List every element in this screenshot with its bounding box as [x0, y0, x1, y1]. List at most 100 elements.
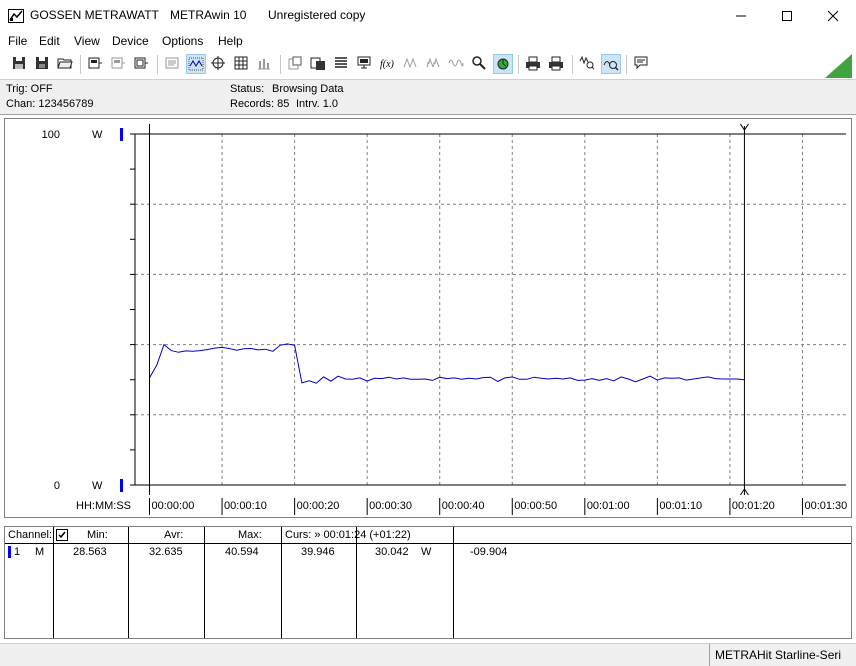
save-button[interactable] [33, 54, 53, 74]
comment-button[interactable] [632, 54, 652, 74]
chart-svg[interactable]: 00:00:00 00:00:10 00:00:20 00:00:30 00:00:40… [5, 119, 851, 517]
toolbar-separator [518, 55, 519, 74]
interval-value: Intrv. 1.0 [296, 98, 338, 110]
status-value: Browsing Data [272, 83, 344, 95]
list-button[interactable] [332, 54, 352, 74]
channel-table: Channel: Min: Avr: Max: Curs: » 00:01:24… [4, 526, 852, 639]
x-tick-label: 00:00:30 [369, 500, 412, 512]
license-title: Unregistered copy [268, 8, 366, 22]
crosshair-button[interactable] [209, 54, 229, 74]
text-view-button[interactable] [163, 54, 183, 74]
device-config-icon [134, 57, 148, 69]
header-max: Max: [238, 529, 262, 541]
maximize-icon [782, 11, 792, 22]
time-format-label: HH:MM:SS [76, 500, 131, 512]
channel-color-marker [8, 546, 11, 558]
chart-area[interactable]: 00:00:00 00:00:10 00:00:20 00:00:30 00:00:40… [4, 118, 852, 518]
cursor-layer[interactable] [149, 123, 749, 496]
comment-icon [634, 56, 648, 70]
histogram-icon [258, 59, 270, 70]
record-button[interactable] [493, 54, 513, 74]
table-divider [356, 527, 357, 638]
new-button[interactable] [10, 54, 30, 74]
x-tick-label: 00:01:30 [804, 500, 847, 512]
header-channel: Channel: [8, 529, 53, 541]
menu-device[interactable]: Device [112, 34, 149, 48]
checkmark-icon [58, 531, 66, 539]
y-top-label: 100 [42, 129, 60, 141]
x-tick-label: 00:00:50 [514, 500, 557, 512]
device-config-button[interactable] [132, 54, 152, 74]
y-bottom-unit: W [92, 480, 103, 492]
trigger-status: Trig: OFF [6, 83, 53, 95]
label-layer: 00:00:00 00:00:10 00:00:20 00:00:30 00:00:40… [42, 128, 847, 512]
x-tick-label: 00:00:40 [442, 500, 485, 512]
folder-icon [57, 58, 73, 69]
x-tick-label: 00:01:10 [659, 500, 702, 512]
x-tick-label: 00:01:20 [732, 500, 775, 512]
app-icon [8, 9, 24, 23]
open-button[interactable] [56, 54, 76, 74]
histogram-button[interactable] [255, 54, 275, 74]
export-icon [288, 56, 302, 70]
menu-edit[interactable]: Edit [39, 34, 60, 48]
header-min: Min: [87, 529, 108, 541]
zoom-button[interactable] [601, 54, 621, 74]
close-icon [827, 10, 839, 22]
print-button[interactable] [547, 54, 567, 74]
copy-icon [310, 57, 325, 70]
device-read-button[interactable] [86, 54, 106, 74]
minimize-button[interactable] [718, 0, 764, 31]
channel-marker-top [120, 128, 123, 141]
computer-button[interactable] [355, 54, 375, 74]
record-icon [497, 58, 509, 70]
zoom-wave-icon [579, 55, 595, 70]
series-layer [149, 343, 745, 384]
crosshair-icon [211, 56, 225, 70]
trigger-button[interactable] [424, 54, 444, 74]
function-icon: f(x) [380, 59, 395, 70]
channel-mode: M [35, 546, 45, 558]
device-send-button[interactable] [109, 54, 129, 74]
records-count: Records: 85 [230, 98, 290, 110]
toolbar-separator [280, 55, 281, 74]
series-line [149, 343, 745, 384]
corner-triangle-icon [825, 54, 852, 78]
channel-checkbox[interactable] [56, 529, 68, 541]
toolbar-separator [626, 55, 627, 74]
menu-options[interactable]: Options [162, 34, 203, 48]
menu-help[interactable]: Help [218, 34, 243, 48]
table-divider [128, 527, 129, 638]
graph-view-button[interactable] [186, 54, 206, 74]
close-button[interactable] [810, 0, 856, 31]
grid-layer [135, 134, 846, 485]
function-button[interactable]: f(x) [378, 54, 398, 74]
table-header-row [5, 527, 851, 544]
statusbar-divider [709, 644, 710, 666]
y-top-unit: W [92, 129, 103, 141]
status-panel: Trig: OFF Chan: 123456789 Status: Browsi… [0, 80, 856, 115]
maximize-button[interactable] [764, 0, 810, 31]
menu-file[interactable]: File [8, 34, 27, 48]
zoom-wave-button[interactable] [578, 54, 598, 74]
value-delta: -09.904 [470, 546, 508, 558]
wave-button[interactable] [447, 54, 467, 74]
x-tick-label: 00:00:20 [297, 500, 340, 512]
save-disk-icon [36, 57, 48, 69]
toolbar-separator [572, 55, 573, 74]
table-view-button[interactable] [232, 54, 252, 74]
frame-layer [130, 133, 846, 515]
export-button[interactable] [286, 54, 306, 74]
value-cursor2: 30.042 [375, 546, 409, 558]
toolbar: f(x) [0, 51, 856, 80]
signal-icon [403, 57, 417, 69]
menu-bar: File Edit View Device Options Help [0, 32, 856, 51]
search-button[interactable] [470, 54, 490, 74]
print-preview-button[interactable] [524, 54, 544, 74]
table-divider [453, 527, 454, 638]
device-icon [88, 57, 102, 69]
menu-view[interactable]: View [74, 34, 100, 48]
copy-button[interactable] [309, 54, 329, 74]
signal-button[interactable] [401, 54, 421, 74]
table-divider [204, 527, 205, 638]
